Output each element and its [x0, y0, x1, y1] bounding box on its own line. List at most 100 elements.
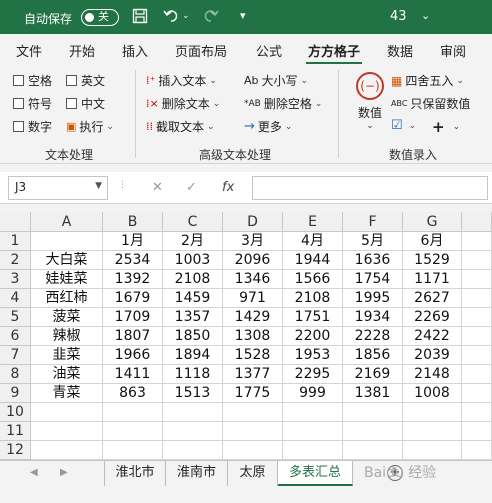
table-cell[interactable]: 辣椒 — [31, 327, 103, 346]
checkbox-symbol[interactable]: 符号 — [13, 95, 52, 112]
table-cell[interactable] — [462, 270, 492, 289]
document-dropdown-icon[interactable]: ⌄ — [421, 9, 430, 22]
extract-text-button[interactable]: ⁞⁞ 截取文本 ⌄ — [146, 118, 215, 135]
table-cell[interactable]: 青菜 — [31, 384, 103, 403]
next-sheet-icon[interactable]: ▶ — [60, 467, 68, 478]
keep-numbers-button[interactable]: ABC 只保留数值 — [391, 95, 470, 112]
table-cell[interactable]: 1411 — [103, 365, 163, 384]
table-cell[interactable]: 1003 — [163, 251, 223, 270]
table-cell[interactable] — [31, 232, 103, 251]
customize-qat-icon[interactable]: ▾ — [240, 8, 246, 24]
table-cell[interactable]: 2627 — [403, 289, 462, 308]
add-button[interactable]: + ⌄ — [432, 118, 460, 136]
table-cell[interactable]: 1381 — [343, 384, 403, 403]
autosave-toggle[interactable]: 关 — [81, 9, 119, 26]
table-cell[interactable] — [343, 422, 403, 441]
checkbox-space[interactable]: 空格 — [13, 72, 52, 89]
column-header[interactable] — [462, 212, 492, 232]
table-cell[interactable]: 2422 — [403, 327, 462, 346]
table-cell[interactable] — [103, 441, 163, 460]
row-header[interactable]: 12 — [0, 441, 31, 460]
table-cell[interactable]: 1459 — [163, 289, 223, 308]
name-box[interactable]: J3 ▼ — [8, 176, 108, 200]
delete-text-button[interactable]: ⁞× 删除文本 ⌄ — [146, 95, 220, 112]
table-cell[interactable]: 1357 — [163, 308, 223, 327]
table-cell[interactable]: 1995 — [343, 289, 403, 308]
table-cell[interactable] — [283, 422, 343, 441]
table-cell[interactable] — [403, 403, 462, 422]
execute-button[interactable]: ▣ 执行 ⌄ — [66, 118, 114, 135]
row-header[interactable]: 6 — [0, 327, 31, 346]
chevron-down-icon[interactable]: ▼ — [95, 181, 102, 191]
table-cell[interactable] — [462, 346, 492, 365]
table-cell[interactable]: 菠菜 — [31, 308, 103, 327]
tab-formulas[interactable]: 公式 — [256, 41, 282, 60]
table-cell[interactable]: 2269 — [403, 308, 462, 327]
redo-icon[interactable] — [201, 8, 219, 27]
table-cell[interactable]: 2月 — [163, 232, 223, 251]
document-name[interactable]: 43 — [390, 9, 407, 24]
row-header[interactable]: 5 — [0, 308, 31, 327]
table-cell[interactable]: 1346 — [223, 270, 283, 289]
row-header[interactable]: 4 — [0, 289, 31, 308]
fx-icon[interactable]: fx — [222, 180, 234, 195]
table-cell[interactable]: 1807 — [103, 327, 163, 346]
table-cell[interactable]: 4月 — [283, 232, 343, 251]
column-header[interactable]: G — [403, 212, 462, 232]
column-header[interactable]: B — [103, 212, 163, 232]
table-cell[interactable]: 1894 — [163, 346, 223, 365]
table-cell[interactable]: 2096 — [223, 251, 283, 270]
table-cell[interactable] — [223, 441, 283, 460]
save-icon[interactable] — [132, 8, 148, 27]
drag-handle-icon[interactable]: ⋮ — [118, 180, 127, 190]
tab-file[interactable]: 文件 — [16, 41, 42, 60]
sheet-tab-taiyuan[interactable]: 太原 — [228, 461, 278, 486]
checkbox-number[interactable]: 数字 — [13, 118, 52, 135]
table-cell[interactable]: 1377 — [223, 365, 283, 384]
edit-button[interactable]: ☑ ⌄ — [391, 118, 416, 133]
table-cell[interactable] — [343, 441, 403, 460]
table-cell[interactable] — [462, 289, 492, 308]
table-cell[interactable] — [103, 403, 163, 422]
table-cell[interactable]: 1429 — [223, 308, 283, 327]
row-header[interactable]: 11 — [0, 422, 31, 441]
table-cell[interactable]: 1944 — [283, 251, 343, 270]
table-cell[interactable] — [283, 403, 343, 422]
tab-home[interactable]: 开始 — [69, 41, 95, 60]
insert-text-button[interactable]: ⁞⁺ 插入文本 ⌄ — [146, 72, 217, 89]
table-cell[interactable]: 2200 — [283, 327, 343, 346]
column-header[interactable]: F — [343, 212, 403, 232]
table-cell[interactable] — [163, 441, 223, 460]
tab-page-layout[interactable]: 页面布局 — [175, 41, 227, 60]
table-cell[interactable]: 1679 — [103, 289, 163, 308]
sheet-tab-summary[interactable]: 多表汇总 — [278, 461, 353, 486]
table-cell[interactable]: 1709 — [103, 308, 163, 327]
table-cell[interactable]: 1528 — [223, 346, 283, 365]
more-button[interactable]: → 更多 ⌄ — [244, 118, 292, 135]
table-cell[interactable]: 1008 — [403, 384, 462, 403]
table-cell[interactable] — [403, 441, 462, 460]
table-cell[interactable]: 863 — [103, 384, 163, 403]
table-cell[interactable]: 油菜 — [31, 365, 103, 384]
undo-icon[interactable] — [163, 8, 181, 27]
table-cell[interactable]: 999 — [283, 384, 343, 403]
table-cell[interactable]: 2169 — [343, 365, 403, 384]
table-cell[interactable]: 1566 — [283, 270, 343, 289]
table-cell[interactable] — [223, 403, 283, 422]
cancel-icon[interactable]: ✕ — [152, 180, 163, 195]
table-cell[interactable]: 1775 — [223, 384, 283, 403]
row-header[interactable]: 7 — [0, 346, 31, 365]
table-cell[interactable] — [31, 422, 103, 441]
table-cell[interactable] — [103, 422, 163, 441]
table-cell[interactable] — [223, 422, 283, 441]
select-all-corner[interactable] — [0, 212, 31, 232]
tab-review[interactable]: 审阅 — [440, 41, 466, 60]
row-header[interactable]: 2 — [0, 251, 31, 270]
formula-input[interactable] — [252, 176, 488, 200]
round-button[interactable]: ▦ 四舍五入 ⌄ — [391, 72, 464, 89]
table-cell[interactable]: 2108 — [283, 289, 343, 308]
table-cell[interactable]: 1953 — [283, 346, 343, 365]
table-cell[interactable] — [462, 422, 492, 441]
column-header[interactable]: E — [283, 212, 343, 232]
table-cell[interactable]: 1513 — [163, 384, 223, 403]
